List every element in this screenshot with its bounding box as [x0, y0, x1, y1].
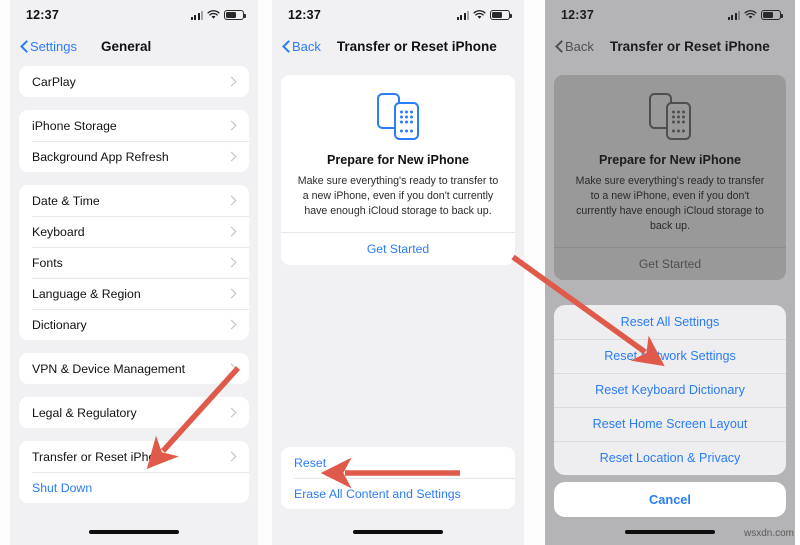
status-bar: 12:37 — [10, 0, 258, 30]
settings-row-label: Language & Region — [32, 286, 141, 301]
settings-row-language-region[interactable]: Language & Region — [19, 278, 249, 309]
wifi-icon — [207, 10, 220, 20]
two-iphones-icon — [281, 91, 515, 141]
settings-row-label: Fonts — [32, 255, 63, 270]
back-button-settings[interactable]: Settings — [20, 39, 77, 54]
action-reset-keyboard-dictionary[interactable]: Reset Keyboard Dictionary — [554, 373, 786, 407]
screenshot-stage: 12:37 Settings General CarPlay iPhone St… — [0, 0, 800, 545]
battery-icon — [490, 10, 512, 20]
settings-group-vpn: VPN & Device Management — [19, 353, 249, 384]
settings-row-iphone-storage[interactable]: iPhone Storage — [19, 110, 249, 141]
chevron-right-icon — [230, 120, 237, 131]
home-indicator — [353, 530, 443, 534]
status-bar-icons — [191, 10, 246, 20]
page-title: General — [100, 38, 152, 54]
settings-row-label: Background App Refresh — [32, 149, 169, 164]
chevron-right-icon — [230, 195, 237, 206]
settings-row-label: Legal & Regulatory — [32, 405, 137, 420]
settings-row-fonts[interactable]: Fonts — [19, 247, 249, 278]
wifi-icon — [473, 10, 486, 20]
chevron-right-icon — [230, 407, 237, 418]
status-bar-icons — [457, 10, 512, 20]
chevron-right-icon — [230, 288, 237, 299]
reset-options-container: Reset Erase All Content and Settings — [272, 447, 524, 509]
erase-label: Erase All Content and Settings — [294, 486, 461, 501]
chevron-right-icon — [230, 151, 237, 162]
status-bar: 12:37 — [272, 0, 524, 30]
settings-row-label: Keyboard — [32, 224, 85, 239]
action-reset-location-privacy[interactable]: Reset Location & Privacy — [554, 441, 786, 475]
reset-label: Reset — [294, 455, 327, 470]
watermark: wsxdn.com — [743, 528, 794, 539]
cellular-signal-icon — [191, 10, 203, 20]
settings-row-keyboard[interactable]: Keyboard — [19, 216, 249, 247]
settings-row-date-time[interactable]: Date & Time — [19, 185, 249, 216]
chevron-left-icon — [20, 40, 28, 53]
phone-screen-transfer-or-reset: 12:37 Back Transfer or Reset iPhone Prep… — [272, 0, 524, 545]
navigation-bar: Settings General — [10, 30, 258, 62]
settings-row-dictionary[interactable]: Dictionary — [19, 309, 249, 340]
settings-group-localization: Date & Time Keyboard Fonts Language & Re… — [19, 185, 249, 340]
settings-group-storage: iPhone Storage Background App Refresh — [19, 110, 249, 172]
phone-screen-reset-action-sheet: 12:37 Back Transfer or Reset iPhone Prep… — [545, 0, 795, 545]
erase-all-content-and-settings-button[interactable]: Erase All Content and Settings — [281, 478, 515, 509]
settings-row-label: Date & Time — [32, 193, 100, 208]
reset-options-card: Reset Erase All Content and Settings — [281, 447, 515, 509]
page-title: Transfer or Reset iPhone — [336, 38, 497, 54]
navigation-bar: Back Transfer or Reset iPhone — [272, 30, 524, 62]
settings-row-label: CarPlay — [32, 74, 76, 89]
chevron-right-icon — [230, 226, 237, 237]
chevron-right-icon — [230, 363, 237, 374]
reset-button[interactable]: Reset — [281, 447, 515, 478]
action-reset-network-settings[interactable]: Reset Network Settings — [554, 339, 786, 373]
home-indicator — [625, 530, 715, 534]
settings-row-shut-down[interactable]: Shut Down — [19, 472, 249, 503]
back-button[interactable]: Back — [282, 39, 321, 54]
action-reset-home-screen-layout[interactable]: Reset Home Screen Layout — [554, 407, 786, 441]
cellular-signal-icon — [457, 10, 469, 20]
settings-row-background-app-refresh[interactable]: Background App Refresh — [19, 141, 249, 172]
settings-row-transfer-or-reset-iphone[interactable]: Transfer or Reset iPhone — [19, 441, 249, 472]
settings-row-label: iPhone Storage — [32, 118, 117, 133]
settings-row-label: Dictionary — [32, 317, 87, 332]
prepare-card-title: Prepare for New iPhone — [326, 153, 470, 167]
battery-icon — [224, 10, 246, 20]
settings-row-label: Transfer or Reset iPhone — [32, 449, 169, 464]
get-started-button[interactable]: Get Started — [281, 232, 515, 265]
settings-group-legal: Legal & Regulatory — [19, 397, 249, 428]
phone-screen-general-settings: 12:37 Settings General CarPlay iPhone St… — [10, 0, 258, 545]
chevron-right-icon — [230, 76, 237, 87]
chevron-right-icon — [230, 257, 237, 268]
settings-group-transfer-shutdown: Transfer or Reset iPhone Shut Down — [19, 441, 249, 503]
back-button-label: Back — [292, 38, 321, 54]
settings-row-carplay[interactable]: CarPlay — [19, 66, 249, 97]
status-bar-clock: 12:37 — [288, 8, 321, 22]
settings-group-carplay: CarPlay — [19, 66, 249, 97]
prepare-for-new-iphone-card: Prepare for New iPhone Make sure everyth… — [281, 75, 515, 266]
status-bar-clock: 12:37 — [26, 8, 59, 22]
cancel-button[interactable]: Cancel — [554, 482, 786, 517]
settings-row-vpn-device-management[interactable]: VPN & Device Management — [19, 353, 249, 384]
chevron-right-icon — [230, 451, 237, 462]
reset-action-sheet: Reset All Settings Reset Network Setting… — [554, 305, 786, 517]
chevron-left-icon — [282, 40, 290, 53]
settings-row-legal-regulatory[interactable]: Legal & Regulatory — [19, 397, 249, 428]
home-indicator — [89, 530, 179, 534]
settings-row-label: Shut Down — [32, 480, 93, 495]
settings-row-label: VPN & Device Management — [32, 361, 186, 376]
action-sheet-options-group: Reset All Settings Reset Network Setting… — [554, 305, 786, 475]
prepare-card-description: Make sure everything's ready to transfer… — [297, 175, 499, 218]
chevron-right-icon — [230, 319, 237, 330]
back-button-label: Settings — [30, 38, 77, 54]
action-reset-all-settings[interactable]: Reset All Settings — [554, 305, 786, 339]
